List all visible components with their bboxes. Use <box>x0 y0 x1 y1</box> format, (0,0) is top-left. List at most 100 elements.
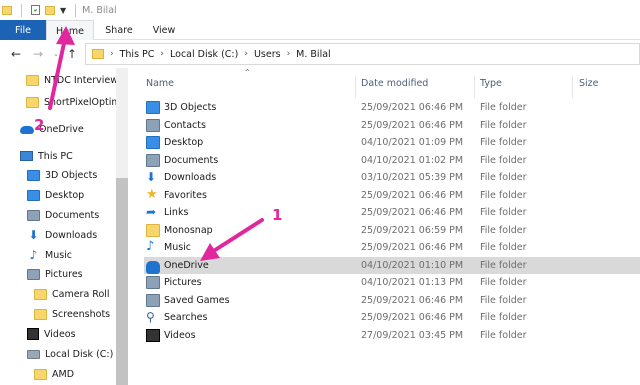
table-row[interactable]: Monosnap 25/09/2021 06:59 PM File folder <box>144 222 640 240</box>
star-icon: ★ <box>146 186 158 202</box>
breadcrumb-m-bilal[interactable]: M. Bilal <box>296 49 331 60</box>
properties-icon[interactable] <box>31 5 40 15</box>
column-divider[interactable] <box>474 76 475 98</box>
folder-icon <box>2 5 12 15</box>
picture-icon <box>27 268 40 280</box>
table-row[interactable]: Pictures 04/10/2021 01:13 PM File folder <box>144 274 640 292</box>
document-icon <box>146 153 160 167</box>
folder-icon <box>34 368 47 380</box>
picture-icon <box>146 276 160 289</box>
up-arrow-icon[interactable]: ↑ <box>64 46 80 62</box>
file-date: 27/09/2021 03:45 PM <box>361 329 464 341</box>
file-type: File folder <box>480 277 527 289</box>
nav-item-label: ShortPixelOptim <box>44 96 121 108</box>
column-header-name[interactable]: Name <box>146 68 174 98</box>
table-row[interactable]: 3D Objects 25/09/2021 06:46 PM File fold… <box>144 99 640 117</box>
download-arrow-icon: ⬇ <box>146 170 157 184</box>
toolbar-divider <box>75 3 77 17</box>
table-row[interactable]: ⬇ Downloads 03/10/2021 05:39 PM File fol… <box>144 169 640 187</box>
drive-icon <box>27 349 40 359</box>
film-icon <box>27 328 39 340</box>
music-note-icon: ♪ <box>146 239 155 254</box>
tab-home[interactable]: Home <box>46 20 94 41</box>
nav-item-label: This PC <box>38 150 73 162</box>
folder-icon <box>146 223 160 237</box>
file-date: 04/10/2021 01:02 PM <box>361 154 464 166</box>
nav-item-label: Videos <box>44 328 76 340</box>
cloud-icon <box>20 126 34 134</box>
file-date: 25/09/2021 06:59 PM <box>361 224 464 236</box>
nav-item-label: Downloads <box>45 229 98 241</box>
gamepad-icon <box>146 293 160 307</box>
nav-item-label: Documents <box>45 209 100 221</box>
breadcrumb-local-disk[interactable]: Local Disk (C:) <box>170 49 238 60</box>
file-date: 03/10/2021 05:39 PM <box>361 172 464 184</box>
annotation-number-1: 1 <box>272 206 283 224</box>
nav-item-label: 3D Objects <box>45 169 98 181</box>
tab-view[interactable]: View <box>142 20 186 40</box>
cloud-icon <box>146 260 160 274</box>
breadcrumb-separator[interactable]: › <box>160 49 164 59</box>
table-row[interactable]: ♪ Music 25/09/2021 06:46 PM File folder <box>144 239 640 257</box>
table-row[interactable]: ⚲ Searches 25/09/2021 06:46 PM File fold… <box>144 309 640 327</box>
new-folder-icon[interactable] <box>45 5 55 15</box>
table-row[interactable]: Contacts 25/09/2021 06:46 PM File folder <box>144 117 640 135</box>
breadcrumb-users[interactable]: Users <box>254 49 281 60</box>
tab-share[interactable]: Share <box>96 20 142 40</box>
breadcrumb-separator[interactable]: › <box>244 49 248 59</box>
column-header-type[interactable]: Type <box>480 68 502 98</box>
column-header-size[interactable]: Size <box>579 68 599 98</box>
column-divider[interactable] <box>572 76 573 98</box>
table-row[interactable]: Documents 04/10/2021 01:02 PM File folde… <box>144 152 640 170</box>
folder-icon <box>34 288 47 300</box>
nav-item-label: Music <box>45 249 73 261</box>
recent-locations-icon[interactable]: ⌄ <box>48 46 64 62</box>
desktop-icon <box>146 136 160 149</box>
file-name: 3D Objects <box>164 102 217 114</box>
forward-arrow-icon[interactable]: → <box>30 46 46 62</box>
file-type: File folder <box>480 154 527 166</box>
table-row[interactable]: Videos 27/09/2021 03:45 PM File folder <box>144 327 640 345</box>
music-note-icon: ♪ <box>29 248 38 262</box>
table-row[interactable]: Desktop 04/10/2021 01:09 PM File folder <box>144 134 640 152</box>
file-date: 25/09/2021 06:46 PM <box>361 312 464 324</box>
breadcrumb-this-pc[interactable]: This PC <box>120 49 155 60</box>
file-type: File folder <box>480 329 527 341</box>
cube-icon <box>27 169 40 181</box>
folder-icon <box>92 49 104 59</box>
file-list: ⌃ Name Date modified Type Size 3D Object… <box>130 68 640 385</box>
computer-icon <box>20 151 33 161</box>
address-bar[interactable]: › This PC › Local Disk (C:) › Users › M.… <box>85 43 640 65</box>
navigation-bar: ← → ⌄ ↑ › This PC › Local Disk (C:) › Us… <box>0 40 640 68</box>
file-name: Videos <box>164 329 196 341</box>
file-type: File folder <box>480 189 527 201</box>
table-row-selected[interactable]: OneDrive 04/10/2021 01:10 PM File folder <box>144 256 640 274</box>
file-type: File folder <box>480 294 527 306</box>
nav-scrollbar-thumb[interactable] <box>116 178 128 385</box>
contacts-icon <box>146 118 160 132</box>
file-type: File folder <box>480 172 527 184</box>
back-arrow-icon[interactable]: ← <box>8 46 24 62</box>
file-tab[interactable]: File <box>0 20 46 40</box>
customize-toolbar-icon[interactable]: ▼ <box>60 6 66 15</box>
table-row[interactable]: Saved Games 25/09/2021 06:46 PM File fol… <box>144 292 640 310</box>
document-icon <box>27 209 40 221</box>
file-type: File folder <box>480 259 527 271</box>
nav-item-label: Camera Roll <box>52 288 110 300</box>
ribbon: File Home Share View <box>0 20 640 41</box>
film-icon <box>146 328 160 342</box>
table-row[interactable]: ➦ Links 25/09/2021 06:46 PM File folder <box>144 204 640 222</box>
file-type: File folder <box>480 207 527 219</box>
nav-item-label: OneDrive <box>39 123 84 135</box>
table-row[interactable]: ★ Favorites 25/09/2021 06:46 PM File fol… <box>144 187 640 205</box>
breadcrumb-separator[interactable]: › <box>287 49 291 59</box>
nav-item-label: Local Disk (C:) <box>45 348 114 360</box>
annotation-number-2: 2 <box>34 116 45 134</box>
column-header-date[interactable]: Date modified <box>361 68 428 98</box>
file-date: 25/09/2021 06:46 PM <box>361 189 464 201</box>
nav-item-label: Desktop <box>45 189 85 201</box>
file-type: File folder <box>480 137 527 149</box>
file-date: 25/09/2021 06:46 PM <box>361 119 464 131</box>
column-divider[interactable] <box>355 76 356 98</box>
breadcrumb-separator[interactable]: › <box>110 49 114 59</box>
